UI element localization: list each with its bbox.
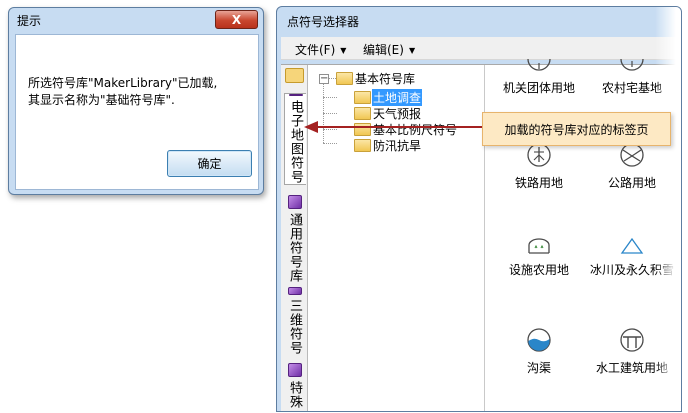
callout-arrow [304, 121, 482, 133]
annotation-callout: 加载的符号库对应的标签页 [482, 112, 671, 146]
